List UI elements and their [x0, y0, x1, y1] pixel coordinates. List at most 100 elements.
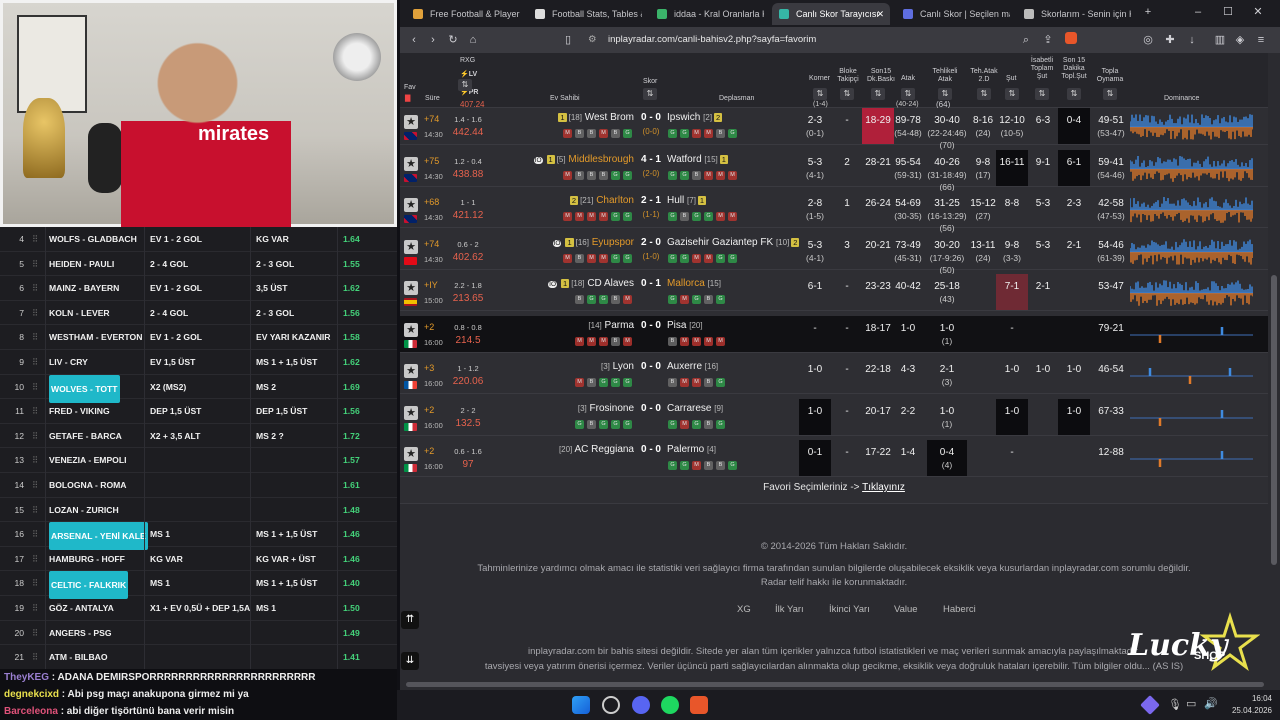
sort-son15-button[interactable]: ⇅ — [871, 88, 885, 100]
drag-handle-icon[interactable]: ⠿ — [32, 375, 38, 399]
drag-handle-icon[interactable]: ⠿ — [32, 350, 38, 374]
drag-handle-icon[interactable]: ⠿ — [32, 571, 38, 595]
footer-link-ikinci-yari[interactable]: İkinci Yarı — [829, 604, 870, 615]
drag-handle-icon[interactable]: ⠿ — [32, 325, 38, 349]
home-team[interactable]: [3] Lyon — [400, 361, 634, 372]
tab-3[interactable]: Canlı Skor Tarayıcısı ✕ — [772, 3, 890, 25]
match-row[interactable]: ★ +75 14:30 1.2 - 0.4 438.88 IO 1 [5] Middlesbr… — [400, 149, 1268, 192]
scroll-bottom-button[interactable]: ⇊ — [401, 652, 419, 670]
forward-icon[interactable]: › — [425, 32, 441, 48]
drag-handle-icon[interactable]: ⠿ — [32, 399, 38, 423]
mic-icon[interactable]: 🎙 — [1168, 698, 1182, 711]
minimize-icon[interactable]: – — [1190, 4, 1206, 20]
footer-link-xg[interactable]: XG — [737, 604, 751, 615]
info-icon[interactable]: IO — [552, 239, 562, 247]
info-icon[interactable]: IO — [548, 281, 558, 288]
match-row[interactable]: ★ +68 14:30 1 - 1 421.12 2 [21] Charlton 2 - 1(… — [400, 191, 1268, 233]
sort-topla-button[interactable]: ⇅ — [1103, 88, 1117, 100]
tab-0[interactable]: Free Football & Player St — [406, 3, 520, 25]
away-team[interactable]: Carrarese [9] — [667, 403, 723, 414]
downloads-icon[interactable]: ↓ — [1184, 32, 1200, 48]
brave-shield-icon[interactable] — [1063, 32, 1079, 48]
scroll-top-button[interactable]: ⇈ — [401, 611, 419, 629]
drag-handle-icon[interactable]: ⠿ — [32, 596, 38, 620]
away-team[interactable]: Gazisehir Gaziantep FK [10] 2 — [667, 237, 801, 248]
drag-handle-icon[interactable]: ⠿ — [32, 498, 38, 522]
bookmark-icon[interactable]: ▯ — [560, 32, 576, 48]
away-team[interactable]: Ipswich [2] 2 — [667, 112, 724, 123]
drag-handle-icon[interactable]: ⠿ — [32, 473, 38, 497]
new-tab-icon[interactable]: + — [1140, 4, 1156, 20]
footer-link-ilk-yari[interactable]: İlk Yarı — [775, 604, 804, 615]
home-team[interactable]: [3] Frosinone — [400, 403, 634, 414]
away-team[interactable]: Pisa [20] — [667, 320, 703, 331]
match-row[interactable]: ★ +3 16:00 1 - 1.2 220.06 [3] Lyon 0 - 0 Auxerr… — [400, 357, 1268, 394]
sort-teh2d-button[interactable]: ⇅ — [977, 88, 991, 100]
home-icon[interactable]: ⌂ — [465, 32, 481, 48]
maximize-icon[interactable]: ☐ — [1220, 4, 1236, 20]
close-window-icon[interactable]: ✕ — [1250, 4, 1266, 20]
volume-icon[interactable]: 🔊 — [1204, 697, 1218, 710]
brave-icon[interactable] — [690, 696, 708, 714]
sort-sut-button[interactable]: ⇅ — [1005, 88, 1019, 100]
sidebar-icon[interactable]: ▥ — [1212, 32, 1228, 48]
chat-user[interactable]: TheyKEG — [4, 672, 49, 683]
match-row[interactable]: ★ +2 16:00 2 - 2 132.5 [3] Frosinone 0 - 0 Carr… — [400, 398, 1268, 436]
sort-isabet-button[interactable]: ⇅ — [1035, 88, 1049, 100]
reload-icon[interactable]: ↻ — [445, 32, 461, 48]
pen-icon[interactable] — [1140, 695, 1160, 715]
sort-son15sut-button[interactable]: ⇅ — [1067, 88, 1081, 100]
drag-handle-icon[interactable]: ⠿ — [32, 547, 38, 571]
drag-handle-icon[interactable]: ⠿ — [32, 645, 38, 669]
tab-1[interactable]: Football Stats, Tables & R — [528, 3, 642, 25]
away-team[interactable]: Mallorca [15] — [667, 278, 721, 289]
match-row[interactable]: ★ +74 14:30 1.4 - 1.6 442.44 1 [18] West Brom 0… — [400, 108, 1268, 150]
chat-user[interactable]: Barceleona — [4, 706, 58, 717]
footer-link-haberci[interactable]: Haberci — [943, 604, 976, 615]
clock[interactable]: 16:04 25.04.2026 — [1232, 693, 1272, 717]
drag-handle-icon[interactable]: ⠿ — [32, 301, 38, 325]
sort-blok-button[interactable]: ⇅ — [840, 88, 854, 100]
vertical-scrollbar[interactable] — [1268, 53, 1280, 680]
chat-user[interactable]: degnekcixd — [4, 689, 59, 700]
info-icon[interactable]: IO — [533, 156, 543, 164]
trash-icon[interactable]: ▇ — [405, 95, 410, 103]
home-team[interactable]: IO 1 [5] Middlesbrough — [400, 154, 634, 165]
sort-atak-button[interactable]: ⇅ — [901, 88, 915, 100]
match-row[interactable]: ★ +IY 15:00 2.2 - 1.8 213.65 IO 1 [18] CD Alave… — [400, 274, 1268, 311]
zoom-icon[interactable]: ⌕ — [1018, 32, 1034, 48]
discord-icon[interactable] — [632, 696, 650, 714]
footer-link-value[interactable]: Value — [894, 604, 918, 615]
drag-handle-icon[interactable]: ⠿ — [32, 522, 38, 546]
away-team[interactable]: Auxerre [16] — [667, 361, 718, 372]
sort-rxg-button[interactable]: ⇅ — [458, 79, 472, 91]
vpn-icon[interactable]: ◈ — [1232, 32, 1248, 48]
away-team[interactable]: Hull [7] 1 — [667, 195, 708, 206]
wallet-icon[interactable]: ◎ — [1140, 32, 1156, 48]
chrome-icon[interactable] — [602, 696, 620, 714]
address-bar[interactable]: ⚙ inplayradar.com/canli-bahisv2.php?sayf… — [578, 30, 1068, 50]
home-team[interactable]: [14] Parma — [400, 320, 634, 331]
close-tab-icon[interactable]: ✕ — [876, 3, 884, 25]
drag-handle-icon[interactable]: ⠿ — [32, 448, 38, 472]
tab-4[interactable]: Canlı Skor | Seçilen maçl — [896, 3, 1010, 25]
away-team[interactable]: Palermo [4] — [667, 444, 716, 455]
tab-2[interactable]: iddaa - Kral Oranlarla Kra — [650, 3, 764, 25]
lv-toggle[interactable]: ⚡LV — [460, 71, 477, 79]
back-icon[interactable]: ‹ — [406, 32, 422, 48]
home-team[interactable]: 1 [18] West Brom — [400, 112, 634, 123]
network-icon[interactable]: ▭ — [1186, 697, 1196, 710]
drag-handle-icon[interactable]: ⠿ — [32, 621, 38, 645]
match-row[interactable]: ★ +74 14:30 0.6 - 2 402.62 IO 1 [16] Eyupspor 2 … — [400, 232, 1268, 275]
drag-handle-icon[interactable]: ⠿ — [32, 424, 38, 448]
extensions-icon[interactable]: ✚ — [1162, 32, 1178, 48]
click-here-link[interactable]: Tıklayınız — [862, 482, 905, 493]
away-team[interactable]: Watford [15] 1 — [667, 154, 730, 165]
spotify-icon[interactable] — [661, 696, 679, 714]
match-row[interactable]: ★ +2 16:00 0.8 - 0.8 214.5 [14] Parma 0 - 0 Pis… — [400, 315, 1268, 353]
sort-korner-button[interactable]: ⇅ — [813, 88, 827, 100]
menu-icon[interactable]: ≡ — [1253, 32, 1269, 48]
home-team[interactable]: 2 [21] Charlton — [400, 195, 634, 206]
sort-score-button[interactable]: ⇅ — [643, 88, 657, 100]
home-team[interactable]: IO 1 [16] Eyupspor — [400, 237, 634, 248]
